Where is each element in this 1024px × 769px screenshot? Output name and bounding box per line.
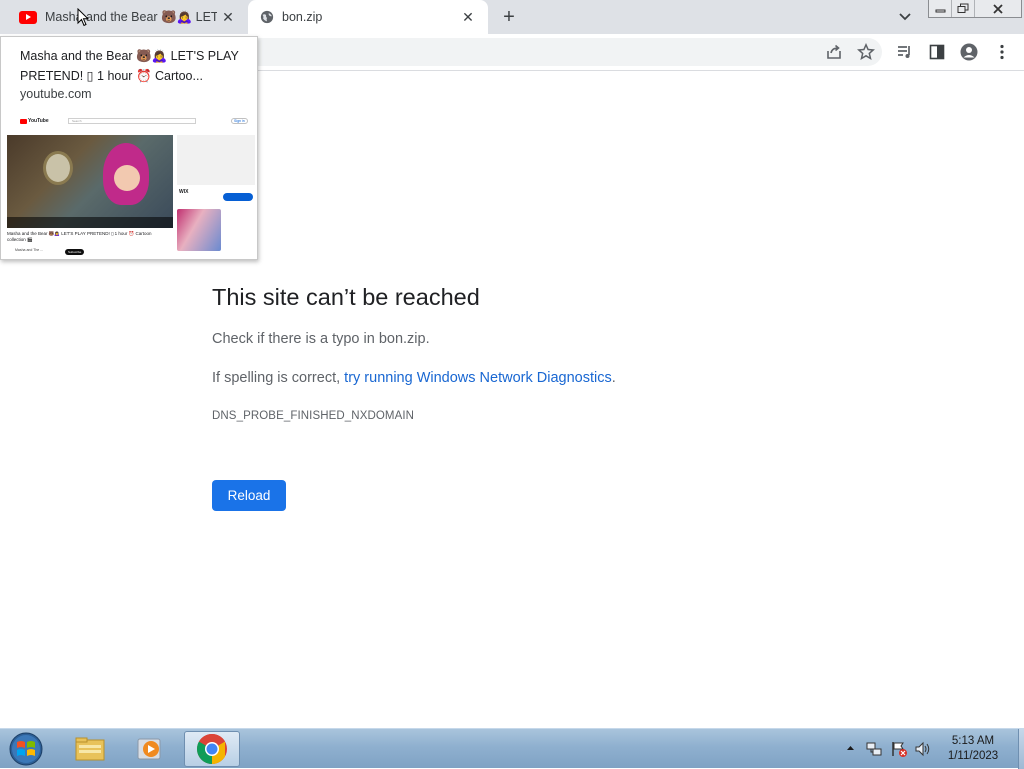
tab-search-chevron-icon[interactable] — [896, 9, 914, 25]
hover-card-title: Masha and the Bear 🐻🙇‍♀️ LET'S PLAY PRET… — [20, 49, 239, 83]
player-controls — [7, 217, 173, 228]
thumbnail-signin: Sign in — [231, 118, 248, 124]
thumbnail-related-video — [177, 209, 221, 251]
tab-hover-card: Masha and the Bear 🐻🙇‍♀️ LET'S PLAY PRET… — [0, 36, 258, 260]
thumbnail-ad-box — [177, 135, 255, 185]
folder-icon — [75, 737, 105, 761]
youtube-icon — [19, 10, 37, 24]
side-panel-icon[interactable] — [928, 43, 946, 61]
error-typo-hint: Check if there is a typo in bon.zip. — [212, 331, 430, 347]
thumbnail-video-title: Masha and the Bear 🐻🙇‍♀️ LET'S PLAY PRET… — [7, 231, 152, 242]
new-tab-button[interactable]: + — [498, 7, 520, 29]
youtube-logo: YouTube — [20, 118, 49, 124]
clock-shape — [43, 151, 73, 185]
thumbnail-search: Search — [68, 118, 196, 124]
taskbar-file-explorer[interactable] — [62, 731, 118, 767]
clock-time: 5:13 AM — [951, 735, 995, 747]
window-controls — [928, 0, 1022, 18]
taskbar-media-player[interactable] — [122, 731, 178, 767]
error-diagnostics-hint: If spelling is correct, try running Wind… — [212, 370, 616, 386]
share-icon[interactable] — [825, 43, 843, 61]
thumbnail-ad-button — [223, 193, 253, 201]
diagnostics-prefix: If spelling is correct, — [212, 370, 345, 386]
reading-list-icon[interactable] — [896, 43, 914, 61]
tab-bon-zip[interactable]: bon.zip ✕ — [248, 0, 488, 34]
error-title: This site can’t be reached — [212, 284, 480, 310]
profile-avatar-icon[interactable] — [960, 43, 978, 61]
address-bar[interactable] — [240, 38, 882, 66]
hover-card-thumbnail: YouTube Search Sign in Masha and the Bea… — [5, 113, 257, 259]
restore-button[interactable] — [952, 0, 975, 17]
tab-title: bon.zip — [282, 10, 323, 24]
action-center-flag-icon[interactable] — [890, 740, 908, 758]
hover-card-domain: youtube.com — [20, 87, 92, 101]
error-code: DNS_PROBE_FINISHED_NXDOMAIN — [212, 410, 415, 422]
reload-button[interactable]: Reload — [212, 480, 286, 511]
close-tab-icon[interactable]: ✕ — [460, 9, 476, 25]
tab-title: Masha and the Bear 🐻🙇‍♀️ LET'S — [45, 9, 217, 24]
show-hidden-icons-icon[interactable] — [846, 744, 855, 752]
restore-icon — [957, 3, 969, 13]
bookmark-star-icon[interactable] — [857, 43, 875, 61]
close-window-button[interactable] — [975, 0, 1021, 17]
chrome-icon — [196, 734, 227, 764]
minimize-button[interactable] — [929, 0, 952, 17]
close-tab-icon[interactable]: ✕ — [220, 9, 236, 25]
diagnostics-suffix: . — [611, 370, 616, 386]
clock-date: 1/11/2023 — [947, 750, 999, 762]
windows-taskbar: 5:13 AM 1/11/2023 — [0, 728, 1024, 769]
thumbnail-channel-name: Masha and The ... — [15, 248, 44, 252]
menu-kebab-icon[interactable] — [993, 43, 1011, 61]
thumbnail-header: YouTube Search Sign in — [5, 113, 257, 127]
taskbar-chrome[interactable] — [184, 731, 240, 767]
thumbnail-subscribe: Subscribe — [65, 249, 85, 255]
thumbnail-ad-brand: WIX — [179, 189, 189, 195]
mouse-cursor-icon — [77, 8, 90, 27]
taskbar-clock[interactable]: 5:13 AM 1/11/2023 — [930, 734, 1016, 764]
minimize-icon — [935, 9, 945, 12]
globe-icon — [260, 10, 274, 24]
tab-youtube[interactable]: Masha and the Bear 🐻🙇‍♀️ LET'S ✕ — [0, 0, 248, 34]
network-diagnostics-link[interactable]: try running Windows Network Diagnostics — [344, 370, 612, 386]
close-window-icon — [993, 3, 1003, 14]
start-button-icon[interactable] — [6, 731, 46, 767]
masha-face-shape — [114, 165, 140, 191]
network-icon[interactable] — [865, 740, 883, 758]
tab-strip: Masha and the Bear 🐻🙇‍♀️ LET'S ✕ bon.zip… — [0, 0, 1024, 34]
thumbnail-channel-row: Masha and The ... Subscribe — [7, 248, 173, 258]
thumbnail-video-player — [7, 135, 173, 228]
media-player-icon — [137, 738, 161, 760]
show-desktop-button[interactable] — [1018, 729, 1024, 769]
